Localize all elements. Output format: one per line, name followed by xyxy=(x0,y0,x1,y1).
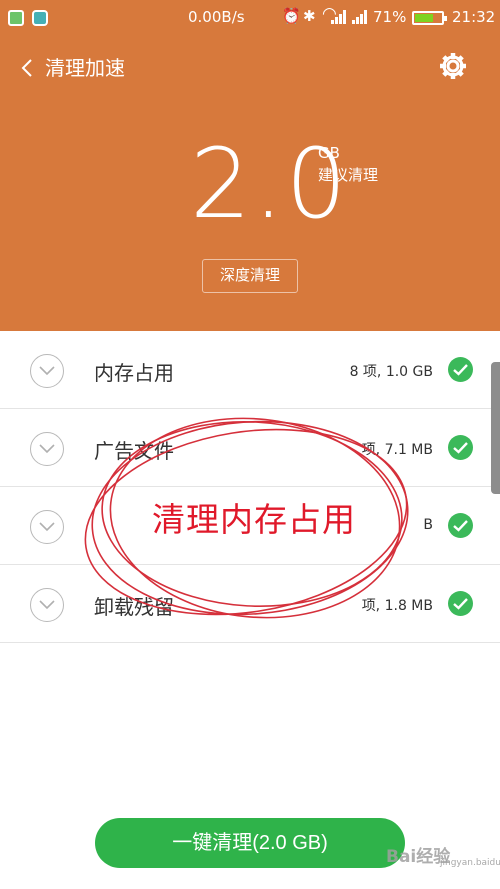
bluetooth-icon: ✱ xyxy=(303,7,316,25)
notification-app-icon xyxy=(8,10,24,26)
one-click-clean-button[interactable]: 一键清理(2.0 GB) xyxy=(95,818,405,868)
gear-icon[interactable] xyxy=(438,51,468,81)
expand-chevron-icon[interactable] xyxy=(30,354,64,388)
item-stats: 项, 1.8 MB xyxy=(361,598,433,614)
size-unit: GB xyxy=(318,144,340,162)
battery-fill xyxy=(415,14,434,22)
checkmark-icon[interactable] xyxy=(448,435,473,460)
item-label: 广告文件 xyxy=(94,439,174,463)
battery-percent: 71% xyxy=(373,8,407,26)
header: 0.00B/s ⏰ ✱ ◠ 71% 21:32 清理加速 2.0 GB 建议清理… xyxy=(0,0,500,331)
signal-icon xyxy=(352,10,367,24)
checkmark-icon[interactable] xyxy=(448,357,473,382)
checkmark-icon[interactable] xyxy=(448,591,473,616)
scrollbar-handle[interactable] xyxy=(491,362,500,494)
checkmark-icon[interactable] xyxy=(448,513,473,538)
item-stats: B xyxy=(423,517,433,533)
expand-chevron-icon[interactable] xyxy=(30,588,64,622)
annotation-text: 清理内存占用 xyxy=(152,500,356,539)
back-arrow-icon[interactable] xyxy=(18,58,38,78)
list-item[interactable]: 广告文件 项, 7.1 MB xyxy=(0,409,500,487)
network-speed: 0.00B/s xyxy=(188,8,245,26)
clock-time: 21:32 xyxy=(452,8,496,26)
size-caption: 建议清理 xyxy=(318,166,379,184)
list-item[interactable]: 卸载残留 项, 1.8 MB xyxy=(0,565,500,643)
alarm-icon: ⏰ xyxy=(282,7,301,25)
list-item[interactable]: 内存占用 8 项, 1.0 GB xyxy=(0,331,500,409)
item-label: 内存占用 xyxy=(94,361,174,385)
status-bar: 0.00B/s ⏰ ✱ ◠ 71% 21:32 xyxy=(0,0,500,36)
watermark-url: jingyan.baidu.com xyxy=(440,858,500,868)
expand-chevron-icon[interactable] xyxy=(30,510,64,544)
item-stats: 8 项, 1.0 GB xyxy=(349,364,433,380)
item-stats: 项, 7.1 MB xyxy=(361,442,433,458)
page-title: 清理加速 xyxy=(45,56,125,80)
clean-category-list: 内存占用 8 项, 1.0 GB 广告文件 项, 7.1 MB B 卸载残留 项… xyxy=(0,331,500,643)
notification-clock-icon xyxy=(32,10,48,26)
item-label: 卸载残留 xyxy=(94,595,174,619)
signal-icon xyxy=(331,10,346,24)
deep-clean-button[interactable]: 深度清理 xyxy=(202,259,298,293)
expand-chevron-icon[interactable] xyxy=(30,432,64,466)
battery-icon xyxy=(412,11,447,25)
